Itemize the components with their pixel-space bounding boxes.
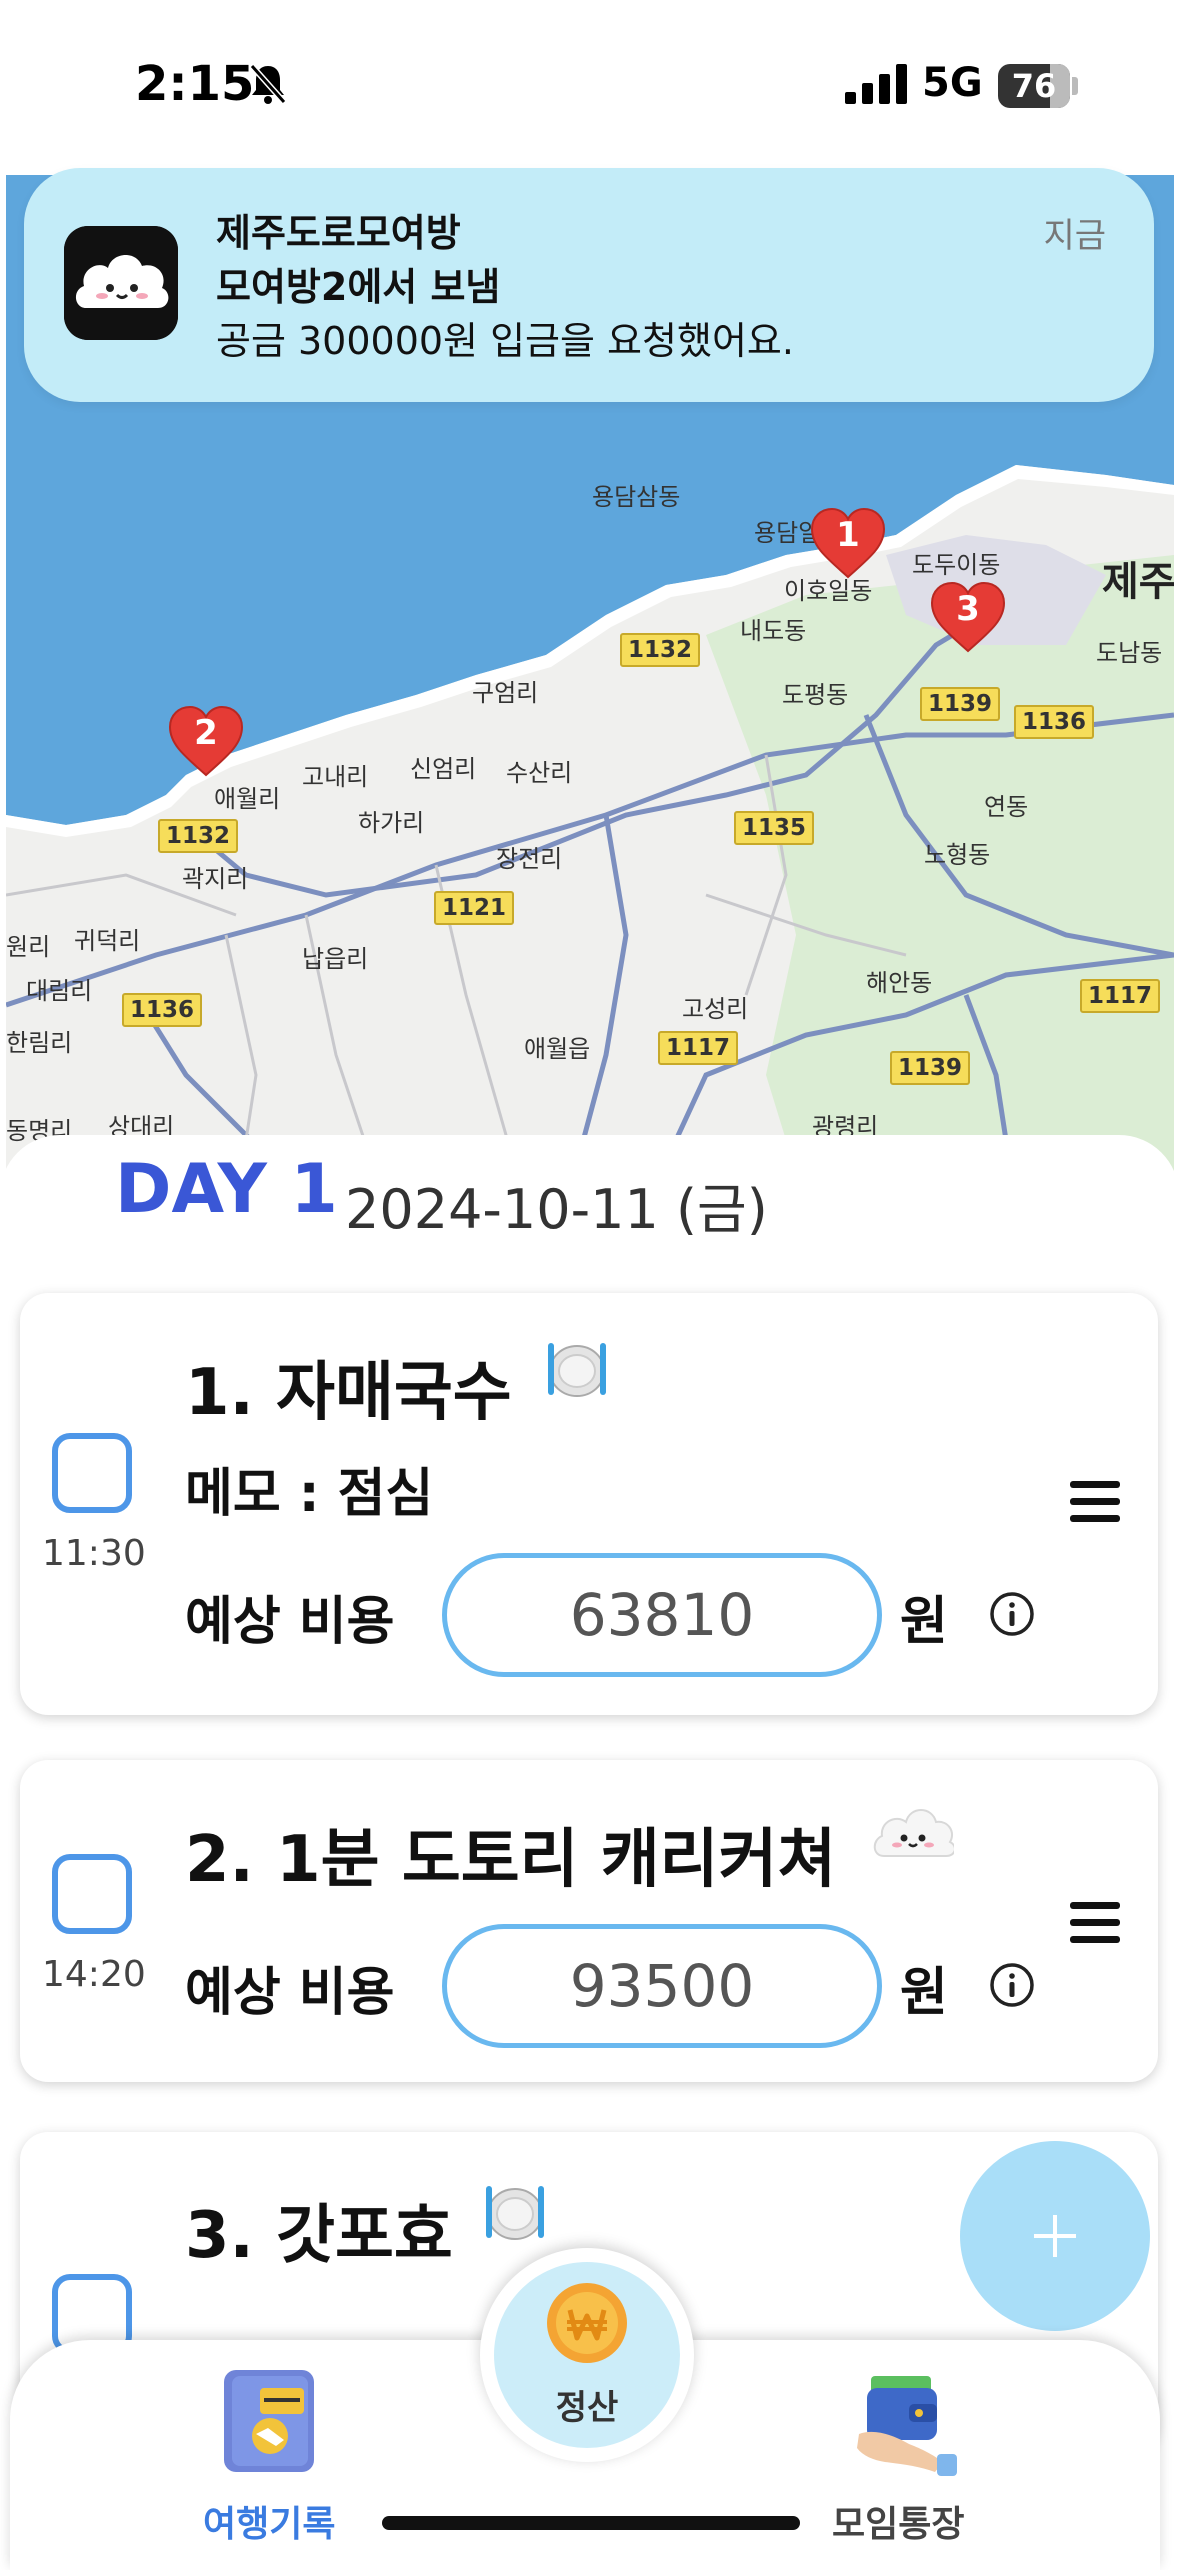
map-label: 고내리 <box>302 763 369 791</box>
cloud-mascot-icon <box>873 1809 954 1857</box>
visit-time: 14:20 <box>42 1954 146 1995</box>
plus-icon <box>1034 2215 1076 2257</box>
cost-input[interactable]: 93500 <box>442 1924 882 2048</box>
drag-handle-icon[interactable] <box>1070 1479 1120 1525</box>
settle-button[interactable]: 정산 <box>480 2248 694 2462</box>
day-label: DAY 1 <box>115 1150 338 1229</box>
cost-input[interactable]: 63810 <box>442 1553 882 1677</box>
map-pin-1[interactable]: 1 <box>808 505 888 581</box>
visit-checkbox[interactable] <box>52 1854 132 1934</box>
road-number-badge: 1135 <box>734 811 815 845</box>
map-label: 도평동 <box>782 681 849 709</box>
map-label: 용담삼동 <box>592 483 681 511</box>
map-label: 애월리 <box>214 785 281 813</box>
battery-level: 76 <box>1011 67 1057 105</box>
schedule-card[interactable]: 2. 1분 도토리 캐리커쳐 14:20 예상 비용 93500 원 <box>20 1760 1158 2082</box>
schedule-card[interactable]: 1. 자매국수 메모 : 점심 11:30 예상 비용 63810 원 <box>20 1293 1158 1715</box>
info-icon[interactable] <box>988 1590 1036 1638</box>
place-title: 3. 갓포효 <box>185 2199 453 2273</box>
currency-label: 원 <box>900 1963 948 2023</box>
place-title: 2. 1분 도토리 캐리커쳐 <box>185 1823 837 1897</box>
map-label: 귀덕리 <box>74 927 141 955</box>
bell-slash-icon <box>249 64 287 104</box>
road-number-badge: 1139 <box>920 687 1001 721</box>
map-label: 애월읍 <box>524 1035 591 1063</box>
map-label: 노형동 <box>924 841 991 869</box>
network-type: 5G <box>922 60 983 106</box>
map-label: 장전리 <box>496 845 563 873</box>
map-label: 연동 <box>984 793 1029 821</box>
day-date: 2024-10-11 (금) <box>345 1178 768 1241</box>
add-place-button[interactable] <box>960 2141 1150 2331</box>
notification-subtitle: 모여방2에서 보냄 <box>216 265 501 309</box>
map-label: 납읍리 <box>302 945 369 973</box>
memo-text: 메모 : 점심 <box>185 1464 434 1524</box>
map-label: 구엄리 <box>472 679 539 707</box>
road-number-badge: 1132 <box>620 633 701 667</box>
battery-icon: 76 <box>998 64 1070 108</box>
home-indicator[interactable] <box>382 2516 800 2530</box>
map-pin-2[interactable]: 2 <box>166 703 246 779</box>
currency-label: 원 <box>900 1592 948 1652</box>
road-number-badge: 1121 <box>434 891 515 925</box>
cellular-signal-icon <box>845 64 907 104</box>
map-label: 하가리 <box>358 809 425 837</box>
travel-log-icon[interactable] <box>210 2362 328 2480</box>
app-icon <box>64 226 178 340</box>
road-number-badge: 1136 <box>122 993 203 1027</box>
tab-travel-log-label[interactable]: 여행기록 <box>203 2495 335 2547</box>
map-label: 원리 <box>6 933 51 961</box>
info-icon[interactable] <box>988 1961 1036 2009</box>
visit-checkbox[interactable] <box>52 1433 132 1513</box>
cost-label: 예상 비용 <box>185 1963 395 2023</box>
map-label: 해안동 <box>866 969 933 997</box>
road-number-badge: 1136 <box>1014 705 1095 739</box>
cost-label: 예상 비용 <box>185 1592 395 1652</box>
map-label: 내도동 <box>740 617 807 645</box>
place-title: 1. 자매국수 <box>185 1356 512 1430</box>
map-pin-3[interactable]: 3 <box>928 579 1008 655</box>
map-label: 곽지리 <box>182 865 249 893</box>
map-label: 도두이동 <box>912 551 1001 579</box>
cloud-mascot-icon <box>64 226 178 340</box>
status-bar: 2:15 5G 76 <box>0 0 1179 170</box>
map-label: 한림리 <box>6 1029 73 1057</box>
notification-time: 지금 <box>1043 216 1106 256</box>
drag-handle-icon[interactable] <box>1070 1900 1120 1946</box>
dining-icon <box>548 1343 606 1397</box>
wallet-icon[interactable] <box>845 2362 963 2480</box>
map-label: 제주 <box>1102 559 1174 605</box>
road-number-badge: 1132 <box>158 819 239 853</box>
notification-title: 제주도로모여방 <box>216 211 461 255</box>
road-number-badge: 1117 <box>658 1031 739 1065</box>
map-label: 수산리 <box>506 759 573 787</box>
map-label: 도남동 <box>1096 639 1163 667</box>
road-number-badge: 1117 <box>1080 979 1161 1013</box>
status-time: 2:15 <box>135 56 255 112</box>
visit-time: 11:30 <box>42 1533 146 1574</box>
tab-group-account-label[interactable]: 모임통장 <box>832 2495 964 2547</box>
battery-nub <box>1072 77 1078 95</box>
dining-icon <box>486 2186 544 2240</box>
map-label: 신엄리 <box>410 755 477 783</box>
won-coin-icon <box>547 2283 627 2363</box>
map-label: 대림리 <box>26 977 93 1005</box>
push-notification-banner[interactable]: 제주도로모여방 모여방2에서 보냄 공금 300000원 입금을 요청했어요. … <box>24 168 1154 402</box>
map-label: 고성리 <box>682 995 749 1023</box>
notification-body: 공금 300000원 입금을 요청했어요. <box>216 319 794 363</box>
road-number-badge: 1139 <box>890 1051 971 1085</box>
settle-label: 정산 <box>555 2388 619 2428</box>
